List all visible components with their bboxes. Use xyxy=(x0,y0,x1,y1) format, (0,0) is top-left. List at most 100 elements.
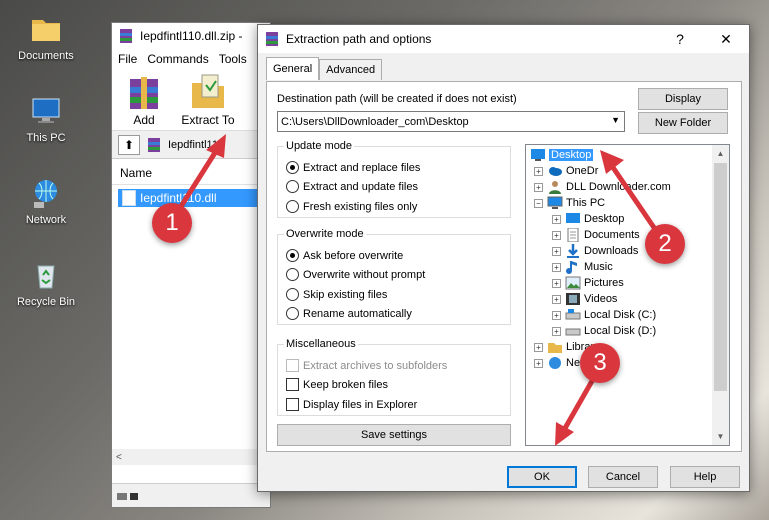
tree-item-onedrive[interactable]: + OneDr xyxy=(534,163,598,179)
expand-icon[interactable]: + xyxy=(552,278,561,288)
menu-file[interactable]: File xyxy=(118,52,137,66)
checkbox-extract-subfolders[interactable]: Extract archives to subfolders xyxy=(286,359,447,372)
tree-scrollbar[interactable]: ▲ ▼ xyxy=(712,145,729,445)
tree-item-local-disk-d[interactable]: + Local Disk (D:) xyxy=(552,323,656,339)
computer-icon xyxy=(29,94,63,128)
expand-icon[interactable]: + xyxy=(552,214,561,224)
folder-tree[interactable]: Desktop + OneDr + DLL Downloader.com − T… xyxy=(525,144,730,446)
scroll-down-icon[interactable]: ▼ xyxy=(712,428,729,445)
tree-item-desktop-root[interactable]: Desktop xyxy=(530,147,594,163)
tree-item-label: This PC xyxy=(566,197,606,209)
tree-item-label: Desktop xyxy=(584,213,625,225)
recycle-bin-icon xyxy=(29,258,63,292)
expand-icon[interactable]: + xyxy=(534,342,543,352)
destination-path-value: C:\Users\DllDownloader_com\Desktop xyxy=(281,115,469,128)
option-label: Keep broken files xyxy=(303,378,388,391)
close-icon[interactable]: ✕ xyxy=(704,25,748,53)
dialog-title: Extraction path and options xyxy=(286,32,432,46)
radio-overwrite-without-prompt[interactable]: Overwrite without prompt xyxy=(286,268,425,281)
tree-item-downloads[interactable]: + Downloads xyxy=(552,243,638,259)
video-icon xyxy=(565,292,581,306)
radio-rename-automatically[interactable]: Rename automatically xyxy=(286,307,412,320)
scroll-left-icon[interactable]: < xyxy=(116,452,122,463)
radio-icon xyxy=(286,268,299,281)
tab-advanced[interactable]: Advanced xyxy=(319,59,383,80)
expand-icon[interactable]: + xyxy=(552,294,561,304)
radio-icon xyxy=(286,288,299,301)
display-button[interactable]: Display xyxy=(638,88,728,110)
cloud-icon xyxy=(547,164,563,178)
radio-extract-replace[interactable]: Extract and replace files xyxy=(286,161,420,174)
expand-icon[interactable]: + xyxy=(552,230,561,240)
tree-item-local-disk-c[interactable]: + Local Disk (C:) xyxy=(552,307,656,323)
expand-icon[interactable]: + xyxy=(534,182,543,192)
expand-icon[interactable]: + xyxy=(534,166,543,176)
cancel-button[interactable]: Cancel xyxy=(588,466,658,488)
archive-add-icon xyxy=(124,73,164,111)
destination-label: Destination path (will be created if doe… xyxy=(277,93,517,105)
dialog-tabs: General Advanced xyxy=(266,57,383,80)
desktop-icon-this-pc[interactable]: This PC xyxy=(4,94,88,144)
winrar-app-icon xyxy=(264,31,280,47)
radio-extract-update[interactable]: Extract and update files xyxy=(286,180,418,193)
desktop-icon-label: Recycle Bin xyxy=(16,296,76,308)
dialog-titlebar: Extraction path and options ? ✕ xyxy=(258,25,749,53)
general-panel: Destination path (will be created if doe… xyxy=(266,81,742,452)
extract-to-button[interactable]: Extract To xyxy=(178,73,238,127)
up-arrow-icon: ⬆ xyxy=(123,137,135,152)
help-button[interactable]: Help xyxy=(670,466,740,488)
tree-item-label: Local Disk (C:) xyxy=(584,309,657,321)
tree-item-label: Pictures xyxy=(584,277,624,289)
winrar-window: Iepdfintl110.dll.zip - File Commands Too… xyxy=(111,22,271,508)
tree-item-label: DLL Downloader.com xyxy=(566,181,671,193)
tree-item-label: Desktop xyxy=(549,149,594,161)
horizontal-scrollbar[interactable]: < xyxy=(112,449,270,465)
expand-icon[interactable]: + xyxy=(552,326,561,336)
tree-item-user[interactable]: + DLL Downloader.com xyxy=(534,179,671,195)
radio-skip-existing[interactable]: Skip existing files xyxy=(286,288,387,301)
tree-item-videos[interactable]: + Videos xyxy=(552,291,617,307)
radio-selected-icon xyxy=(286,161,299,174)
winrar-app-icon xyxy=(118,28,134,44)
scrollbar-thumb[interactable] xyxy=(714,163,727,391)
new-folder-button[interactable]: New Folder xyxy=(638,112,728,134)
radio-fresh-existing[interactable]: Fresh existing files only xyxy=(286,200,417,213)
file-row[interactable]: Iepdfintl110.dll xyxy=(118,189,268,207)
radio-selected-icon xyxy=(286,249,299,262)
ok-button[interactable]: OK xyxy=(507,466,577,488)
tree-item-this-pc[interactable]: − This PC xyxy=(534,195,605,211)
tree-item-documents[interactable]: + Documents xyxy=(552,227,640,243)
menu-commands[interactable]: Commands xyxy=(147,52,208,66)
checkbox-display-in-explorer[interactable]: Display files in Explorer xyxy=(286,398,417,411)
save-settings-button[interactable]: Save settings xyxy=(277,424,511,446)
desktop-icon-recycle-bin[interactable]: Recycle Bin xyxy=(4,258,88,308)
desktop-icon-documents[interactable]: Documents xyxy=(4,12,88,62)
column-header-name[interactable]: Name xyxy=(112,161,270,185)
up-folder-button[interactable]: ⬆ xyxy=(118,134,140,155)
tab-general[interactable]: General xyxy=(266,57,320,80)
option-label: Display files in Explorer xyxy=(303,398,418,411)
add-button[interactable]: Add xyxy=(118,73,170,127)
menu-tools[interactable]: Tools xyxy=(219,52,247,66)
help-icon[interactable]: ? xyxy=(658,25,702,53)
tree-item-desktop[interactable]: + Desktop xyxy=(552,211,624,227)
radio-ask-before-overwrite[interactable]: Ask before overwrite xyxy=(286,249,403,262)
destination-path-input[interactable]: C:\Users\DllDownloader_com\Desktop ▼ xyxy=(277,111,625,132)
expand-icon[interactable]: + xyxy=(552,246,561,256)
tree-item-network[interactable]: + Net xyxy=(534,355,583,371)
expand-icon[interactable]: + xyxy=(552,262,561,272)
expand-icon[interactable]: + xyxy=(552,310,561,320)
chevron-down-icon[interactable]: ▼ xyxy=(611,115,620,125)
option-label: Overwrite without prompt xyxy=(303,268,426,281)
scroll-up-icon[interactable]: ▲ xyxy=(712,145,729,162)
tree-item-label: Music xyxy=(584,261,613,273)
checkbox-keep-broken-files[interactable]: Keep broken files xyxy=(286,378,388,391)
winrar-statusbar xyxy=(112,483,270,507)
expand-icon[interactable]: + xyxy=(534,358,543,368)
collapse-icon[interactable]: − xyxy=(534,198,543,208)
desktop-icon-network[interactable]: Network xyxy=(4,176,88,226)
drive-status-icon xyxy=(116,490,140,502)
tree-item-music[interactable]: + Music xyxy=(552,259,613,275)
tree-item-pictures[interactable]: + Pictures xyxy=(552,275,624,291)
option-label: Rename automatically xyxy=(303,307,412,320)
